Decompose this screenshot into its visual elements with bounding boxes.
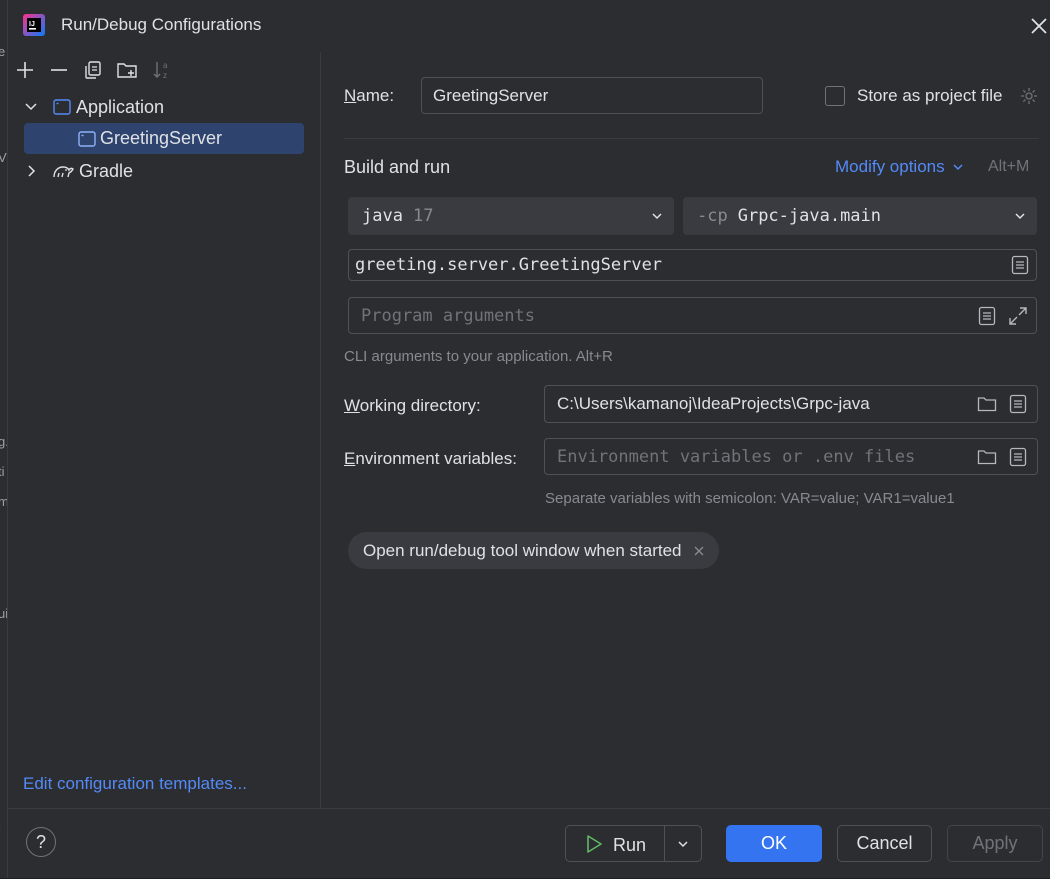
svg-text:a: a [163,61,168,70]
apply-button[interactable]: Apply [947,825,1043,862]
run-button[interactable]: Run [565,825,702,862]
gradle-icon [52,162,74,180]
chevron-down-icon[interactable] [24,100,44,114]
application-icon [78,130,96,147]
modify-options-label: Modify options [835,157,945,176]
store-as-project-file-label[interactable]: Store as project file [857,86,1003,106]
chevron-down-icon [1014,210,1026,222]
run-button-label: Run [613,835,647,855]
store-as-project-file-checkbox[interactable] [825,86,845,106]
tree-node-label: GreetingServer [100,128,223,148]
background-fragment: V [0,150,7,165]
working-directory-value: C:\Users\kamanoj\IdeaProjects\Grpc-java [557,394,870,413]
chevron-down-icon[interactable] [677,838,689,850]
chevron-down-icon [651,210,663,222]
chevron-right-icon[interactable] [24,164,44,178]
close-icon[interactable] [693,545,705,557]
separator [344,138,1039,139]
application-icon [53,99,71,115]
expand-icon[interactable] [1008,306,1028,326]
run-icon [585,834,603,854]
cli-arguments-hint: CLI arguments to your application. Alt+R [344,348,613,365]
name-input-value: GreetingServer [433,85,549,105]
remove-icon[interactable] [48,59,70,81]
dialog-footer: ? Run OK Cancel Apply [8,808,1050,879]
tree-node-application[interactable]: Application [24,92,164,122]
intellij-logo-icon: IJ [22,13,46,37]
chevron-down-icon [952,161,964,173]
modify-options-link[interactable]: Modify options [835,157,964,177]
modify-options-shortcut: Alt+M [988,158,1030,175]
edit-configuration-templates-link[interactable]: Edit configuration templates... [23,774,247,794]
help-button[interactable]: ? [26,827,56,857]
browse-list-icon[interactable] [1009,394,1027,414]
gear-icon[interactable] [1019,86,1039,106]
background-fragment: ti [0,464,5,479]
configuration-tree-panel: az Application GreetingServer Gradle Edi… [8,52,321,808]
chip-label: Open run/debug tool window when started [363,540,682,560]
environment-variables-hint: Separate variables with semicolon: VAR=v… [545,490,955,507]
name-label: Name: [344,86,395,105]
run-debug-dialog: IJ Run/Debug Configurations az Applicati… [7,0,1050,878]
build-and-run-heading: Build and run [344,157,451,177]
tree-node-label: Gradle [79,160,134,181]
working-directory-label: Working directory: [344,396,481,415]
browse-list-icon[interactable] [1009,447,1027,467]
ok-button[interactable]: OK [726,825,822,862]
tree-node-gradle[interactable]: Gradle [24,156,133,186]
copy-icon[interactable] [82,59,104,81]
svg-text:z: z [163,71,167,80]
folder-icon[interactable] [977,395,997,413]
tree-node-greetingserver[interactable]: GreetingServer [24,123,304,154]
new-folder-icon[interactable] [116,59,138,81]
close-icon[interactable] [1028,15,1050,37]
browse-list-icon[interactable] [978,306,996,326]
open-tool-window-option-chip[interactable]: Open run/debug tool window when started [348,532,720,569]
browse-list-icon[interactable] [1011,255,1029,275]
cancel-button[interactable]: Cancel [837,825,932,862]
title-bar: IJ Run/Debug Configurations [8,0,1050,52]
folder-icon[interactable] [977,448,997,466]
main-class-value: greeting.server.GreetingServer [355,255,663,275]
environment-variables-placeholder: Environment variables or .env files [557,446,916,467]
background-fragment: e [0,44,6,59]
environment-variables-label: Environment variables: [344,449,517,468]
environment-variables-input[interactable]: Environment variables or .env files [544,438,1038,475]
tree-node-label: Application [76,96,165,117]
add-icon[interactable] [14,59,36,81]
sort-icon[interactable]: az [151,59,173,81]
jdk-select[interactable]: java 17 [348,197,674,235]
split-divider [664,826,665,861]
background-fragment: j [0,820,1,835]
jdk-version: 17 [412,206,434,226]
main-class-input[interactable]: greeting.server.GreetingServer [348,249,1037,281]
dialog-title: Run/Debug Configurations [61,15,262,34]
cp-module: Grpc-java.main [737,206,882,226]
cp-prefix: -cp [697,206,728,226]
program-arguments-input[interactable]: Program arguments [348,297,1037,334]
program-arguments-placeholder: Program arguments [361,305,535,326]
svg-text:IJ: IJ [29,21,35,28]
jdk-name: java [362,206,403,226]
classpath-module-select[interactable]: -cp Grpc-java.main [683,197,1037,235]
working-directory-input[interactable]: C:\Users\kamanoj\IdeaProjects\Grpc-java [544,385,1038,423]
name-input[interactable]: GreetingServer [421,77,763,114]
